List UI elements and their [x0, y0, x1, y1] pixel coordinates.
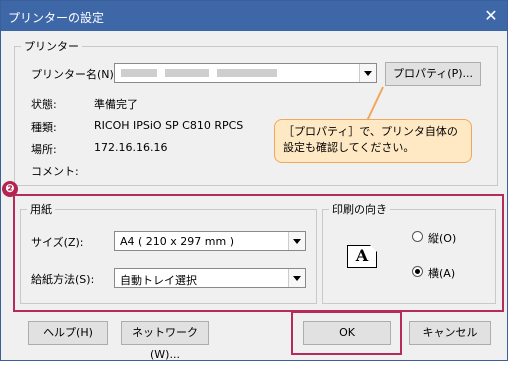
callout-line-2: 設定も確認してください。: [283, 141, 415, 154]
chevron-down-icon[interactable]: [288, 232, 305, 250]
chevron-down-icon[interactable]: [359, 64, 376, 82]
cancel-button[interactable]: キャンセル: [409, 321, 491, 345]
printer-name-select[interactable]: [114, 63, 377, 83]
printer-group: プリンター: [14, 38, 498, 186]
window-title: プリンターの設定: [8, 11, 105, 25]
orientation-preview-icon: A: [347, 245, 377, 268]
portrait-label[interactable]: 縦(O): [428, 230, 456, 246]
callout-line-1: ［プロパティ］で、プリンタ自体の: [283, 125, 458, 138]
portrait-radio[interactable]: [412, 231, 423, 242]
landscape-label[interactable]: 横(A): [428, 265, 455, 281]
status-value: 準備完了: [94, 98, 138, 111]
network-button[interactable]: ネットワーク(W)...: [121, 321, 209, 361]
paper-size-value: A4 ( 210 x 297 mm ): [120, 235, 235, 248]
paper-source-value: 自動トレイ選択: [120, 274, 197, 287]
landscape-radio[interactable]: [412, 266, 423, 277]
paper-size-label: サイズ(Z):: [31, 236, 84, 249]
paper-size-select[interactable]: A4 ( 210 x 297 mm ): [114, 231, 306, 251]
paper-source-label: 給紙方法(S):: [31, 273, 95, 286]
properties-button[interactable]: プロパティ(P)...: [385, 62, 481, 86]
type-value: RICOH IPSiO SP C810 RPCS: [94, 119, 244, 132]
redacted-text: [165, 69, 209, 77]
comment-label: コメント:: [31, 165, 79, 178]
paper-group: 用紙: [20, 201, 317, 304]
close-icon[interactable]: ✕: [475, 1, 507, 31]
printer-name-label: プリンター名(N):: [31, 68, 118, 81]
paper-group-label: 用紙: [30, 203, 52, 216]
paper-source-select[interactable]: 自動トレイ選択: [114, 268, 306, 288]
chevron-down-icon[interactable]: [288, 269, 305, 287]
location-value: 172.16.16.16: [94, 141, 168, 154]
printer-settings-dialog: プリンターの設定 ✕ プリンター プリンター名(N): プロパティ(P)... …: [0, 0, 508, 361]
printer-group-label: プリンター: [24, 40, 79, 53]
title-bar[interactable]: プリンターの設定 ✕: [1, 1, 507, 31]
type-label: 種類:: [31, 121, 57, 134]
ok-button[interactable]: OK: [303, 321, 391, 345]
redacted-text: [217, 69, 277, 77]
help-button[interactable]: ヘルプ(H): [28, 321, 108, 345]
location-label: 場所:: [31, 143, 57, 156]
status-label: 状態:: [31, 98, 57, 111]
redacted-text: [121, 69, 157, 77]
orientation-group-label: 印刷の向き: [332, 203, 387, 216]
callout-note: ［プロパティ］で、プリンタ自体の 設定も確認してください。: [274, 119, 472, 163]
